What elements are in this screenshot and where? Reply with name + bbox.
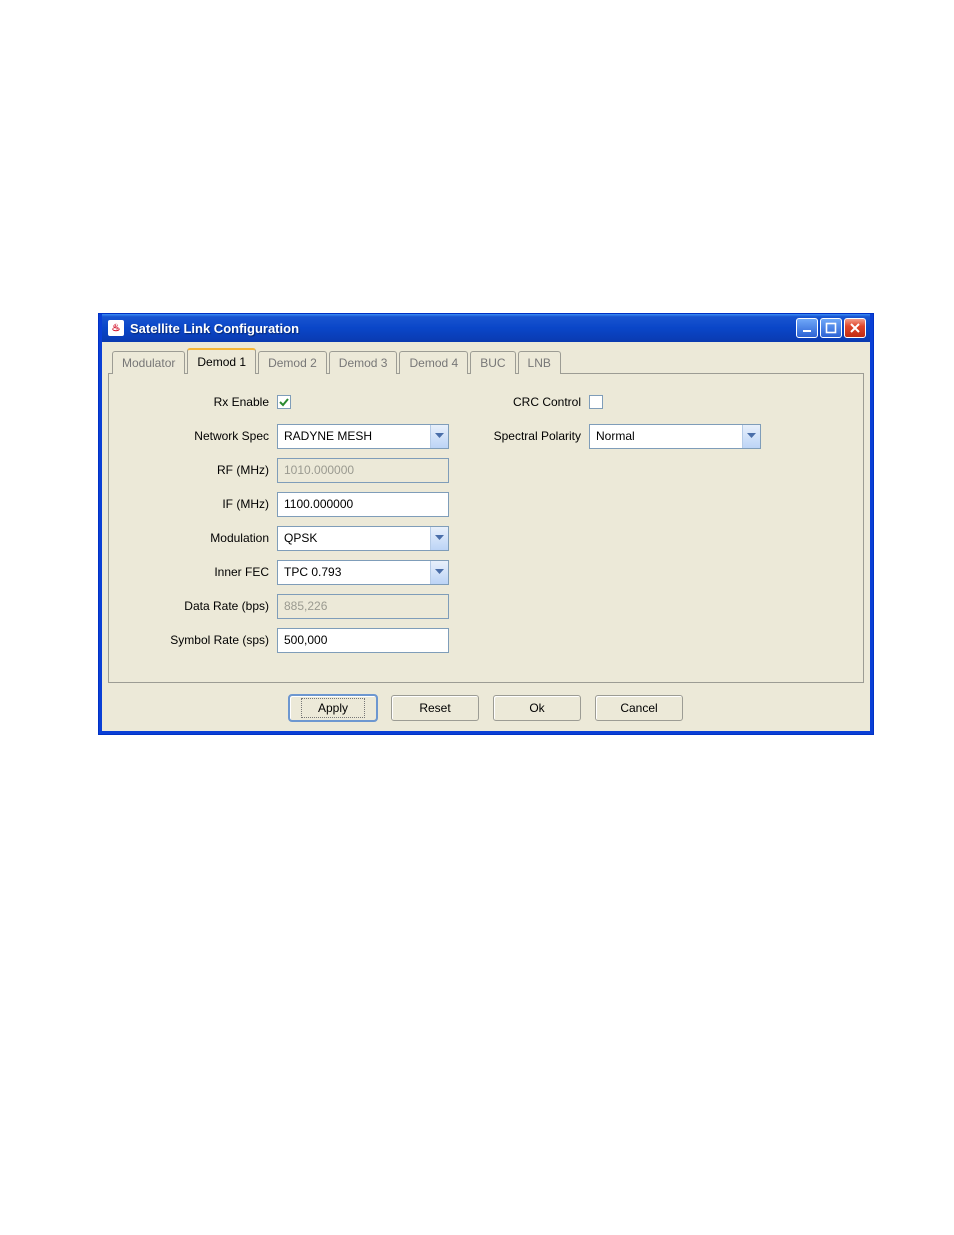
modulation-select[interactable]: QPSK	[277, 526, 449, 551]
network-spec-select[interactable]: RADYNE MESH	[277, 424, 449, 449]
right-column: CRC Control Spectral Polarity Normal	[489, 388, 761, 660]
crc-control-checkbox[interactable]	[589, 395, 603, 409]
tab-panel-demod-1: Rx Enable Network Spec RADYNE MESH	[108, 373, 864, 683]
inner-fec-select[interactable]: TPC 0.793	[277, 560, 449, 585]
if-input[interactable]: 1100.000000	[277, 492, 449, 517]
close-button[interactable]	[844, 318, 866, 338]
if-label: IF (MHz)	[127, 497, 277, 511]
button-bar: Apply Reset Ok Cancel	[108, 683, 864, 721]
chevron-down-icon	[430, 527, 448, 550]
network-spec-label: Network Spec	[127, 429, 277, 443]
tabstrip: Modulator Demod 1 Demod 2 Demod 3 Demod …	[108, 348, 864, 374]
window-control-buttons	[796, 318, 866, 338]
data-rate-input: 885,226	[277, 594, 449, 619]
modulation-value: QPSK	[278, 527, 430, 550]
tab-buc[interactable]: BUC	[470, 351, 515, 374]
chevron-down-icon	[430, 425, 448, 448]
symbol-rate-label: Symbol Rate (sps)	[127, 633, 277, 647]
reset-button[interactable]: Reset	[391, 695, 479, 721]
left-column: Rx Enable Network Spec RADYNE MESH	[127, 388, 449, 660]
network-spec-value: RADYNE MESH	[278, 425, 430, 448]
apply-button[interactable]: Apply	[289, 695, 377, 721]
symbol-rate-input[interactable]: 500,000	[277, 628, 449, 653]
spectral-polarity-value: Normal	[590, 425, 742, 448]
titlebar: ♨ Satellite Link Configuration	[102, 314, 870, 342]
tab-lnb[interactable]: LNB	[518, 351, 561, 374]
minimize-button[interactable]	[796, 318, 818, 338]
rf-label: RF (MHz)	[127, 463, 277, 477]
inner-fec-label: Inner FEC	[127, 565, 277, 579]
java-icon: ♨	[108, 320, 124, 336]
spectral-polarity-label: Spectral Polarity	[489, 429, 589, 443]
tab-demod-1[interactable]: Demod 1	[187, 348, 256, 374]
tab-demod-4[interactable]: Demod 4	[399, 351, 468, 374]
chevron-down-icon	[742, 425, 760, 448]
modulation-label: Modulation	[127, 531, 277, 545]
maximize-button[interactable]	[820, 318, 842, 338]
ok-button[interactable]: Ok	[493, 695, 581, 721]
crc-control-label: CRC Control	[489, 395, 589, 409]
rx-enable-checkbox[interactable]	[277, 395, 291, 409]
rx-enable-label: Rx Enable	[127, 395, 277, 409]
rf-input: 1010.000000	[277, 458, 449, 483]
tab-modulator[interactable]: Modulator	[112, 351, 185, 374]
spectral-polarity-select[interactable]: Normal	[589, 424, 761, 449]
window-title: Satellite Link Configuration	[130, 321, 796, 336]
tab-demod-3[interactable]: Demod 3	[329, 351, 398, 374]
dialog-window: ♨ Satellite Link Configuration Modulator…	[99, 314, 873, 734]
inner-fec-value: TPC 0.793	[278, 561, 430, 584]
apply-button-label: Apply	[301, 698, 365, 718]
data-rate-label: Data Rate (bps)	[127, 599, 277, 613]
client-area: Modulator Demod 1 Demod 2 Demod 3 Demod …	[102, 342, 870, 731]
tab-demod-2[interactable]: Demod 2	[258, 351, 327, 374]
cancel-button[interactable]: Cancel	[595, 695, 683, 721]
chevron-down-icon	[430, 561, 448, 584]
